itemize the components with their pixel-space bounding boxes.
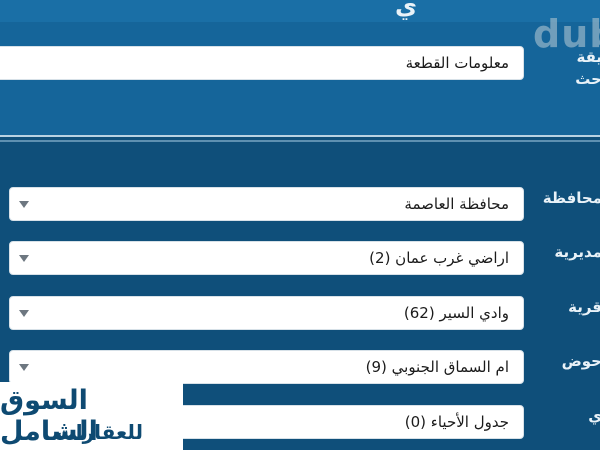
basin-value: ام السماق الجنوبي (9) bbox=[365, 358, 509, 376]
governorate-value: محافظة العاصمة bbox=[404, 195, 509, 213]
village-label: قرية bbox=[568, 298, 600, 316]
chevron-down-icon bbox=[19, 310, 29, 317]
basin-label: حوض bbox=[561, 352, 600, 370]
chevron-down-icon bbox=[19, 364, 29, 371]
village-value: وادي السير (62) bbox=[403, 304, 509, 322]
search-method-field[interactable]: معلومات القطعة bbox=[0, 46, 524, 80]
neighborhood-value: جدول الأحياء (0) bbox=[404, 413, 509, 431]
divider bbox=[0, 140, 600, 142]
brand-tagline: للعقارات bbox=[55, 420, 143, 444]
governorate-select[interactable]: محافظة العاصمة bbox=[9, 187, 524, 221]
divider bbox=[0, 135, 600, 137]
title-bar bbox=[0, 0, 600, 22]
chevron-down-icon bbox=[19, 201, 29, 208]
page-title: ي bbox=[395, 0, 417, 20]
search-method-label: يقة حث bbox=[542, 46, 600, 90]
search-method-label-line1: يقة bbox=[576, 48, 600, 66]
directorate-value: اراضي غرب عمان (2) bbox=[369, 249, 509, 267]
governorate-label: محافظة bbox=[542, 189, 600, 207]
search-method-label-line2: حث bbox=[575, 70, 600, 88]
directorate-select[interactable]: اراضي غرب عمان (2) bbox=[9, 241, 524, 275]
neighborhood-label: ي bbox=[588, 407, 600, 425]
directorate-label: مديرية bbox=[554, 243, 600, 261]
chevron-down-icon bbox=[19, 255, 29, 262]
village-select[interactable]: وادي السير (62) bbox=[9, 296, 524, 330]
brand-logo: السوق الشامل للعقارات bbox=[0, 382, 183, 450]
search-method-value: معلومات القطعة bbox=[405, 54, 509, 72]
basin-select[interactable]: ام السماق الجنوبي (9) bbox=[9, 350, 524, 384]
